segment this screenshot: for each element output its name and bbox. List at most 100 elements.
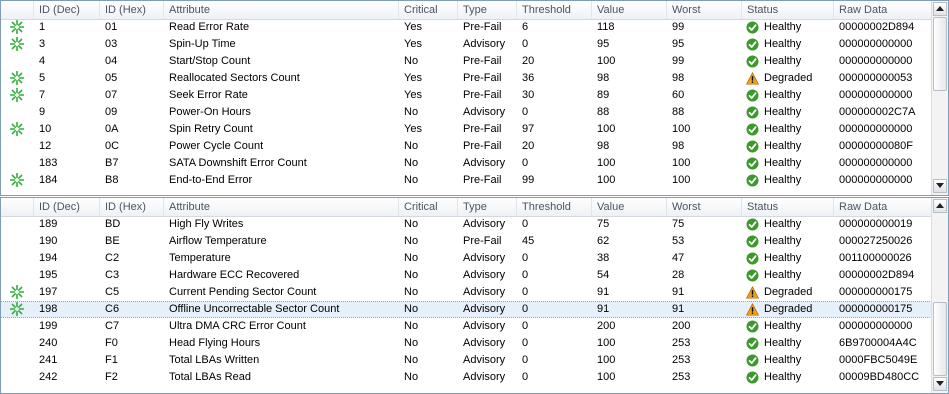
table-row[interactable]: 242 F2 Total LBAs Read No Advisory 0 100 253 Hea… [1,369,932,386]
cell-id-hex: C3 [105,269,120,281]
cell-status: Healthy [742,36,834,53]
table-row[interactable]: 10 0A Spin Retry Count Yes Pre-Fail 97 100 100 H… [1,121,932,138]
cell-critical: No [404,218,419,230]
cell-critical: No [404,106,419,118]
cell-raw-data: 6B9700004A4C [839,337,917,349]
status-text: Healthy [764,157,802,169]
col-header-value[interactable]: Value [592,198,667,216]
cell-value: 95 [597,38,610,50]
smart-table-bottom[interactable]: ID (Dec) ID (Hex) Attribute Critical Typ… [0,197,949,394]
table-row[interactable]: 1 01 Read Error Rate Yes Pre-Fail 6 118 99 Healt… [1,19,932,36]
col-header-raw-data[interactable]: Raw Data [834,198,932,216]
col-header-critical[interactable]: Critical [399,198,458,216]
cell-value: 75 [597,218,610,230]
cell-id-hex: 03 [105,38,118,50]
table-row[interactable]: 194 C2 Temperature No Advisory 0 38 47 Healthy 00… [1,250,932,267]
cell-id-hex: 09 [105,106,118,118]
cell-attribute: Current Pending Sector Count [169,286,317,298]
cell-critical: No [404,337,419,349]
table-row[interactable]: 7 07 Seek Error Rate Yes Pre-Fail 30 89 60 Healt… [1,87,932,104]
table-row[interactable]: 197 C5 Current Pending Sector Count No Advis… [1,284,932,301]
cell-attribute: Spin Retry Count [169,123,253,135]
col-header-id-dec[interactable]: ID (Dec) [34,198,100,216]
cell-type: Advisory [463,106,506,118]
cell-id-dec: 184 [39,174,58,186]
cell-id-hex: 04 [105,55,118,67]
col-header-type[interactable]: Type [458,1,517,19]
col-header-value[interactable]: Value [592,1,667,19]
status-text: Healthy [764,89,802,101]
table-row[interactable]: 183 B7 SATA Downshift Error Count No Advisor… [1,155,932,172]
col-header-raw-data[interactable]: Raw Data [834,1,932,19]
table-row[interactable]: 195 C3 Hardware ECC Recovered No Advisory 0 54… [1,267,932,284]
cell-threshold: 20 [522,140,535,152]
cell-type: Advisory [463,218,506,230]
scroll-up-button[interactable] [933,2,947,16]
cell-attribute: SATA Downshift Error Count [169,157,307,169]
cell-value: 62 [597,235,610,247]
table-row[interactable]: 4 04 Start/Stop Count No Pre-Fail 20 100 99 Heal… [1,53,932,70]
status-text: Healthy [764,174,802,186]
cell-raw-data: 0000FBC5049E [839,354,918,366]
cell-id-dec: 4 [39,55,46,67]
cell-raw-data: 000000000000 [839,89,913,101]
table-row[interactable]: 12 0C Power Cycle Count No Pre-Fail 20 98 98 Hea… [1,138,932,155]
cell-worst: 88 [672,106,685,118]
scroll-thumb[interactable] [933,302,947,376]
cell-worst: 100 [672,174,691,186]
cell-id-hex: B7 [105,157,119,169]
table-row[interactable]: 199 C7 Ultra DMA CRC Error Count No Advisory… [1,318,932,335]
scroll-down-button[interactable] [933,179,947,193]
vertical-scrollbar[interactable] [931,198,948,393]
col-header-id-hex[interactable]: ID (Hex) [100,1,164,19]
table-row[interactable]: 198 C6 Offline Uncorrectable Sector Count N… [1,301,932,318]
scroll-thumb[interactable] [933,17,947,91]
cell-worst: 253 [672,371,691,383]
status-text: Degraded [764,303,813,315]
col-header-id-dec[interactable]: ID (Dec) [34,1,100,19]
col-header-icon[interactable] [1,198,34,216]
cell-id-dec: 198 [39,303,58,315]
cell-raw-data: 00000000080F [839,140,914,152]
col-header-icon[interactable] [1,1,34,19]
scroll-up-button[interactable] [933,199,947,213]
col-header-threshold[interactable]: Threshold [517,198,592,216]
table-row[interactable]: 9 09 Power-On Hours No Advisory 0 88 88 Healthy 0… [1,104,932,121]
cell-attribute: Hardware ECC Recovered [169,269,300,281]
cell-type: Pre-Fail [463,89,502,101]
table-row[interactable]: 5 05 Reallocated Sectors Count Yes Pre-Fail 3… [1,70,932,87]
cell-id-dec: 194 [39,252,58,264]
table-row[interactable]: 189 BD High Fly Writes No Advisory 0 75 75 Healt… [1,216,932,233]
col-header-status[interactable]: Status [742,198,834,216]
table-row[interactable]: 190 BE Airflow Temperature No Pre-Fail 45 62 53… [1,233,932,250]
table-row[interactable]: 240 F0 Head Flying Hours No Advisory 0 100 253 H… [1,335,932,352]
scroll-down-button[interactable] [933,377,947,391]
col-header-worst[interactable]: Worst [667,198,742,216]
checkmark-icon [746,269,759,282]
cell-icon [1,284,34,301]
col-header-attribute[interactable]: Attribute [164,198,399,216]
cell-worst: 98 [672,140,685,152]
cell-threshold: 30 [522,89,535,101]
cell-worst: 60 [672,89,685,101]
col-header-status[interactable]: Status [742,1,834,19]
col-header-threshold[interactable]: Threshold [517,1,592,19]
col-header-type[interactable]: Type [458,198,517,216]
cell-id-dec: 197 [39,286,58,298]
col-header-critical[interactable]: Critical [399,1,458,19]
table-row[interactable]: 184 B8 End-to-End Error No Pre-Fail 99 100 100 H… [1,172,932,189]
vertical-scrollbar[interactable] [931,1,948,195]
col-header-worst[interactable]: Worst [667,1,742,19]
col-header-attribute[interactable]: Attribute [164,1,399,19]
col-header-id-hex[interactable]: ID (Hex) [100,198,164,216]
cell-threshold: 0 [522,303,529,315]
cell-icon [1,70,34,87]
status-text: Degraded [764,286,813,298]
cell-raw-data: 000000002C7A [839,106,916,118]
smart-table-top[interactable]: ID (Dec) ID (Hex) Attribute Critical Typ… [0,0,949,196]
table-row[interactable]: 3 03 Spin-Up Time Yes Advisory 0 95 95 Healthy 00… [1,36,932,53]
table-row[interactable]: 241 F1 Total LBAs Written No Advisory 0 100 253… [1,352,932,369]
cell-threshold: 0 [522,218,529,230]
checkmark-icon [746,252,759,265]
cell-icon [1,138,34,155]
